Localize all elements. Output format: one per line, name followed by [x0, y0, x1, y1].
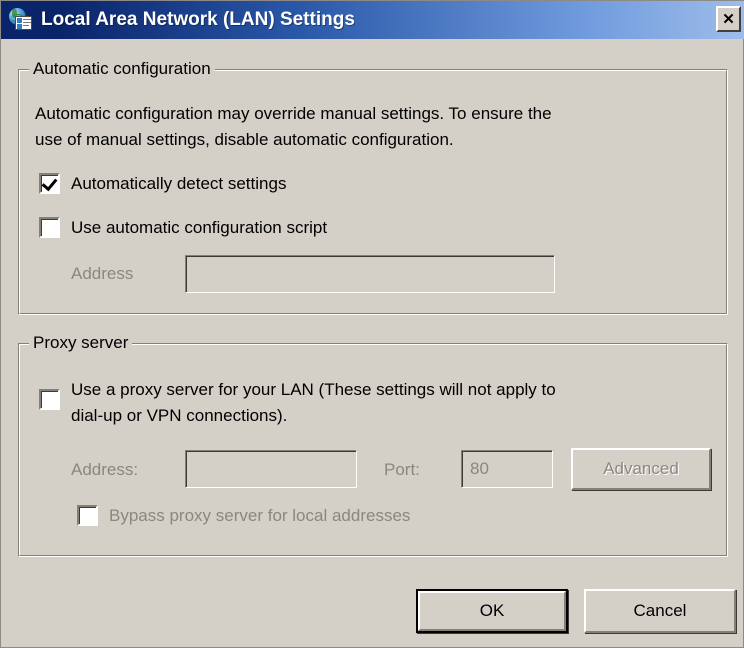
lan-settings-dialog: Local Area Network (LAN) Settings ✕ Auto… [0, 0, 744, 648]
automatic-configuration-description-line2: use of manual settings, disable automati… [35, 130, 454, 149]
auto-config-address-label: Address [71, 264, 134, 283]
checkbox-label-use-proxy-line2: dial-up or VPN connections). [71, 406, 288, 425]
automatic-configuration-group-title: Automatic configuration [29, 59, 215, 79]
advanced-button-label: Advanced [603, 459, 679, 478]
close-button[interactable]: ✕ [716, 6, 741, 32]
checkbox-label-bypass: Bypass proxy server for local addresses [109, 506, 411, 525]
checkbox-label-use-script: Use automatic configuration script [71, 218, 328, 237]
auto-config-address-input[interactable] [185, 255, 555, 293]
internet-options-icon [8, 7, 34, 33]
checkbox-bypass-proxy-local[interactable]: Bypass proxy server for local addresses [77, 505, 410, 527]
title-bar: Local Area Network (LAN) Settings ✕ [1, 1, 744, 39]
ok-button-label: OK [479, 601, 505, 620]
advanced-button[interactable]: Advanced [571, 448, 711, 490]
checkbox-use-proxy-server[interactable]: Use a proxy server for your LAN (These s… [39, 377, 556, 429]
checkbox-box-use-proxy[interactable] [39, 389, 60, 410]
proxy-port-label: Port: [384, 460, 420, 479]
close-icon: ✕ [722, 10, 735, 28]
checkbox-box-bypass[interactable] [77, 505, 98, 526]
checkbox-label-auto-detect: Automatically detect settings [71, 174, 287, 193]
checkbox-use-automatic-configuration-script[interactable]: Use automatic configuration script [39, 217, 327, 239]
checkbox-box-use-script[interactable] [39, 217, 60, 238]
checkbox-box-auto-detect[interactable] [39, 173, 60, 194]
checkbox-automatically-detect-settings[interactable]: Automatically detect settings [39, 173, 286, 195]
dialog-client-area: Automatic configuration Automatic config… [1, 39, 743, 647]
proxy-address-label: Address: [71, 460, 139, 479]
ok-button[interactable]: OK [416, 589, 568, 633]
check-icon [41, 174, 58, 192]
proxy-server-group-title: Proxy server [29, 333, 133, 353]
window-title: Local Area Network (LAN) Settings [41, 9, 355, 30]
proxy-port-input[interactable] [461, 450, 553, 488]
cancel-button-label: Cancel [633, 601, 687, 620]
proxy-address-input[interactable] [185, 450, 357, 488]
cancel-button[interactable]: Cancel [584, 589, 736, 633]
automatic-configuration-description-line1: Automatic configuration may override man… [35, 104, 552, 123]
checkbox-label-use-proxy-line1: Use a proxy server for your LAN (These s… [71, 380, 556, 399]
script-document-icon [15, 16, 32, 30]
